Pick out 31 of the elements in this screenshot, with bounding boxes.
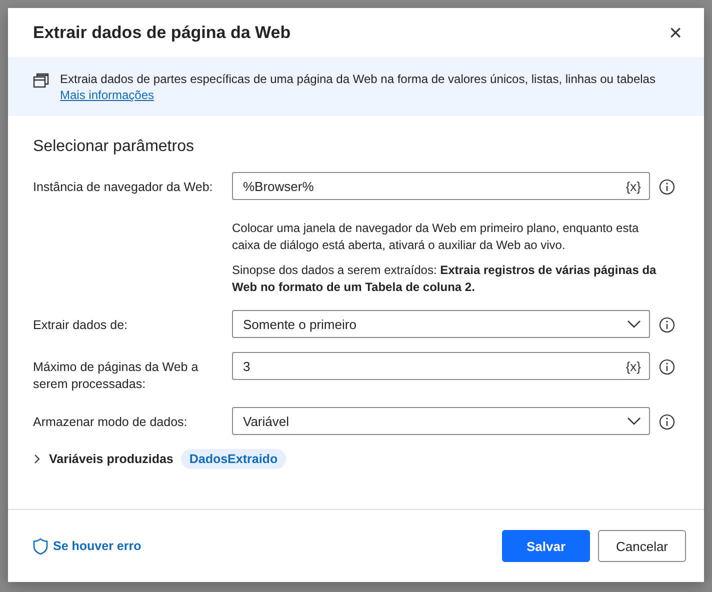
variable-chip[interactable]: DadosExtraido (181, 449, 286, 469)
input-field[interactable]: %Browser% {x} (232, 172, 650, 200)
help-text: Sinopse dos dados a serem extraídos: Extraia registros de várias páginas da Web no formato de um Tabela de coluna 2. (232, 262, 658, 296)
field-label: Extrair dados de: (33, 317, 128, 334)
chevron-icon (33, 454, 41, 464)
produced-variables-toggle[interactable]: Variáveis produzidas (33, 452, 174, 466)
info-icon[interactable] (659, 414, 675, 430)
field-label: Armazenar modo de dados: (33, 414, 188, 431)
info-icon[interactable] (659, 317, 675, 333)
input-field[interactable]: 3 {x} (232, 352, 650, 380)
close-button[interactable]: × (665, 22, 686, 44)
dropdown-field[interactable]: Variável (232, 407, 650, 435)
field-label: Instância de navegador da Web: (33, 179, 214, 196)
save-button[interactable]: Salvar (502, 530, 590, 562)
help-text: Colocar uma janela de navegador da Web em primeiro plano, enquanto esta caixa de diálogo está aberta, ativará o auxiliar da Web ao vivo. (232, 220, 640, 254)
field-label: Máximo de páginas da Web a serem processadas: (33, 359, 200, 393)
info-icon[interactable] (659, 359, 675, 375)
dropdown-field[interactable]: Somente o primeiro (232, 310, 650, 338)
chevron-down-icon (627, 417, 641, 425)
windows-stack-icon (33, 72, 50, 88)
info-icon[interactable] (659, 179, 675, 195)
shield-icon (33, 538, 48, 554)
chevron-down-icon (627, 320, 641, 328)
on-error-link[interactable]: Se houver erro (33, 538, 142, 554)
variable-token[interactable]: {x} (626, 178, 641, 194)
dialog-title: Extrair dados de página da Web (33, 22, 291, 42)
more-info-link[interactable]: Mais informações (60, 88, 154, 102)
cancel-button[interactable]: Cancelar (598, 530, 686, 562)
variable-token[interactable]: {x} (626, 358, 641, 374)
section-title: Selecionar parâmetros (33, 138, 195, 156)
banner-text: Extraia dados de partes específicas de uma página da Web na forma de valores únicos, listas, linhas ou tabelas (60, 72, 656, 86)
